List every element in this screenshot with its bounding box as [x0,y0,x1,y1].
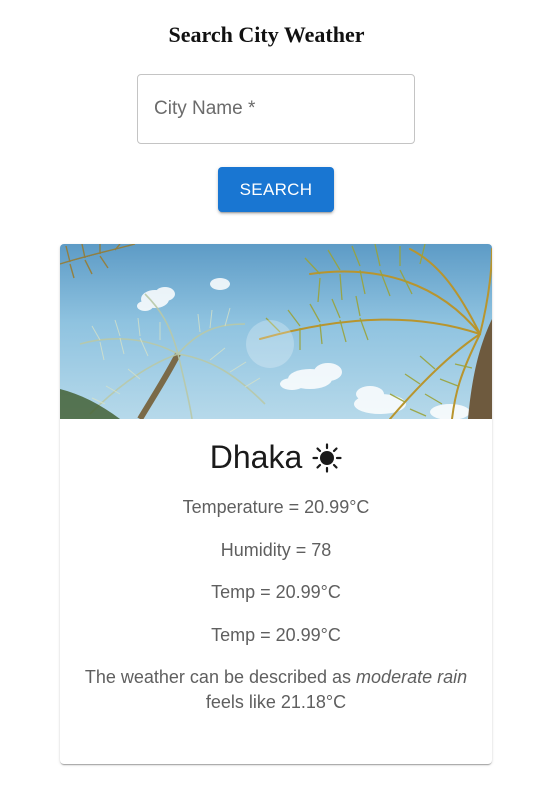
page-title: Search City Weather [168,22,365,47]
feels-like-text: feels like 21.18°C [205,692,347,712]
weather-card-image [60,244,492,419]
temp-text-secondary: Temp = 20.99°C [211,625,341,645]
city-name-input[interactable] [138,75,414,143]
weather-app: Search City Weather SEARCH [0,0,533,812]
weather-condition: moderate rain [356,667,468,687]
weather-card: Dhaka Temperature = 20.99°C Humidity = 7… [60,244,492,764]
city-name: Dhaka [209,439,303,475]
sun-icon [312,442,342,473]
city-heading: Dhaka [60,439,492,476]
humidity-text: Humidity = 78 [220,540,332,560]
search-button[interactable]: SEARCH [218,167,334,212]
temperature-text: Temperature = 20.99°C [182,497,370,517]
city-name-field[interactable] [137,74,415,144]
description-prefix: The weather can be described as [84,667,357,687]
weather-description: The weather can be described as moderate… [80,665,472,715]
temp-text: Temp = 20.99°C [211,582,341,602]
